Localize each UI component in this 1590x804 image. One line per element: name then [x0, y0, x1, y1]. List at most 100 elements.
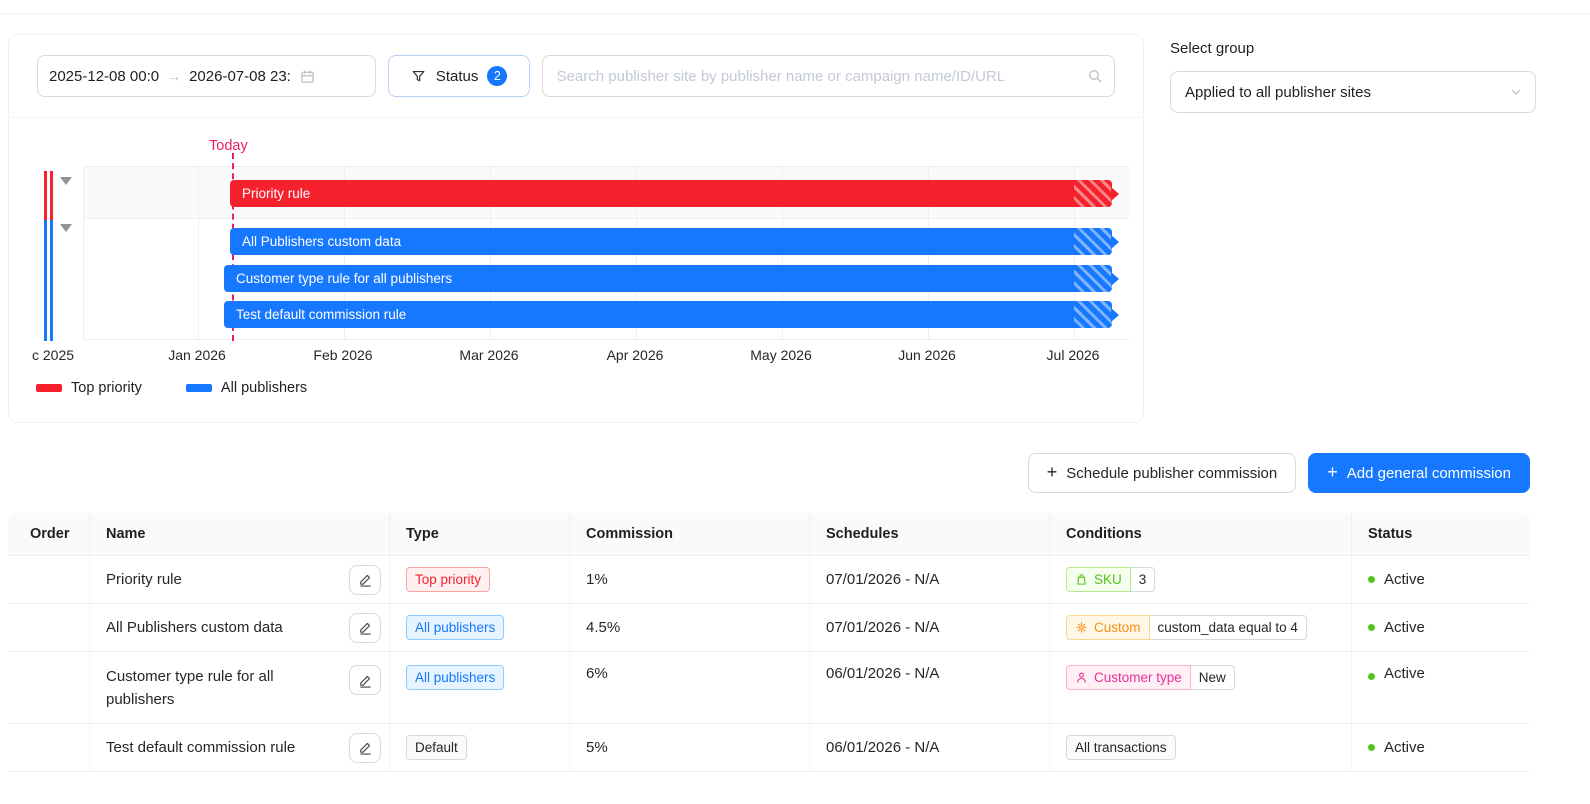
search-input[interactable] — [542, 55, 1115, 97]
table-row: Test default commission rule Default 5% … — [8, 724, 1530, 772]
condition-detail: New — [1191, 665, 1235, 690]
type-tag: Top priority — [406, 567, 490, 592]
schedule-value: 07/01/2026 - N/A — [810, 556, 1050, 603]
bag-icon — [1075, 573, 1088, 586]
commission-value: 4.5% — [570, 604, 810, 651]
collapse-group-icon[interactable] — [60, 177, 72, 185]
type-tag: All publishers — [406, 615, 504, 640]
condition-detail: custom_data equal to 4 — [1150, 615, 1307, 640]
legend-item-all-publishers: All publishers — [186, 380, 307, 396]
condition-tag: Customer type New — [1066, 665, 1235, 690]
date-range-picker[interactable]: 2025-12-08 00:0 → 2026-07-08 23: — [37, 55, 376, 97]
table-row: All Publishers custom data All publisher… — [8, 604, 1530, 652]
commission-timeline-card: 2025-12-08 00:0 → 2026-07-08 23: Status … — [8, 34, 1144, 423]
type-tag: Default — [406, 735, 467, 760]
status-text: Active — [1384, 571, 1425, 588]
column-header-name: Name — [90, 513, 390, 555]
axis-label: Jun 2026 — [898, 347, 956, 363]
gear-icon — [1075, 621, 1088, 634]
commission-value: 6% — [570, 652, 810, 723]
search-icon — [1087, 68, 1103, 84]
condition-count: 3 — [1131, 567, 1156, 592]
group-select[interactable]: Applied to all publisher sites — [1170, 71, 1536, 113]
rule-name: Test default commission rule — [106, 736, 295, 759]
select-group-label: Select group — [1170, 40, 1536, 57]
status-dot — [1368, 576, 1375, 583]
schedule-value: 07/01/2026 - N/A — [810, 604, 1050, 651]
gantt-chart: Today Priority rule — [9, 118, 1143, 366]
column-header-conditions: Conditions — [1050, 513, 1352, 555]
status-text: Active — [1384, 665, 1425, 682]
type-tag: All publishers — [406, 665, 504, 690]
schedule-publisher-commission-button[interactable]: + Schedule publisher commission — [1028, 453, 1296, 493]
axis-label: c 2025 — [32, 347, 74, 363]
commission-value: 1% — [570, 556, 810, 603]
column-header-commission: Commission — [570, 513, 810, 555]
calendar-icon — [299, 68, 316, 85]
ongoing-hatch — [1074, 228, 1112, 255]
axis-label: Feb 2026 — [313, 347, 372, 363]
page-top-divider — [0, 0, 1590, 14]
edit-button[interactable] — [349, 565, 381, 595]
status-text: Active — [1384, 619, 1425, 636]
schedule-value: 06/01/2026 - N/A — [810, 724, 1050, 771]
table-row: Customer type rule for all publishers Al… — [8, 652, 1530, 724]
group-panel: Select group Applied to all publisher si… — [1170, 34, 1536, 113]
column-header-type: Type — [390, 513, 570, 555]
gantt-plot-area: Priority rule All Publishers custom data… — [83, 166, 1129, 340]
gantt-bar-all-publishers-custom-data[interactable]: All Publishers custom data — [230, 228, 1112, 255]
group-indicator-strip — [50, 171, 53, 341]
status-filter-count-badge: 2 — [487, 66, 507, 86]
condition-tag: All transactions — [1066, 735, 1176, 760]
table-header: Order Name Type Commission Schedules Con… — [8, 513, 1530, 556]
legend-swatch-red — [36, 384, 62, 392]
chart-legend: Top priority All publishers — [36, 380, 1143, 396]
plus-icon: + — [1327, 462, 1338, 483]
column-header-schedules: Schedules — [810, 513, 1050, 555]
table-row: Priority rule Top priority 1% 07/01/2026… — [8, 556, 1530, 604]
gantt-bar-priority-rule[interactable]: Priority rule — [230, 180, 1112, 207]
schedule-value: 06/01/2026 - N/A — [810, 652, 1050, 723]
status-dot — [1368, 744, 1375, 751]
legend-item-top-priority: Top priority — [36, 380, 142, 396]
filters-toolbar: 2025-12-08 00:0 → 2026-07-08 23: Status … — [9, 35, 1143, 118]
date-range-end[interactable]: 2026-07-08 23: — [189, 68, 291, 85]
rule-name: Customer type rule for all publishers — [106, 665, 338, 711]
legend-swatch-blue — [186, 384, 212, 392]
bar-arrow-tip — [1111, 308, 1119, 322]
ongoing-hatch — [1074, 180, 1112, 207]
person-icon — [1075, 671, 1088, 684]
status-text: Active — [1384, 739, 1425, 756]
add-general-commission-button[interactable]: + Add general commission — [1308, 453, 1530, 493]
status-dot — [1368, 673, 1375, 680]
group-select-value: Applied to all publisher sites — [1185, 84, 1371, 101]
rule-name: All Publishers custom data — [106, 616, 283, 639]
bar-arrow-tip — [1111, 187, 1119, 201]
axis-label: Mar 2026 — [459, 347, 518, 363]
status-dot — [1368, 624, 1375, 631]
status-filter-button[interactable]: Status 2 — [388, 55, 530, 97]
condition-tag: SKU 3 — [1066, 567, 1155, 592]
commission-value: 5% — [570, 724, 810, 771]
status-filter-label: Status — [436, 68, 479, 85]
range-arrow-icon: → — [167, 68, 181, 84]
bar-arrow-tip — [1111, 272, 1119, 286]
group-indicator-strip — [44, 171, 47, 341]
axis-label: Jan 2026 — [168, 347, 226, 363]
search-box — [542, 55, 1115, 97]
commission-rules-table: Order Name Type Commission Schedules Con… — [8, 513, 1530, 772]
edit-button[interactable] — [349, 665, 381, 695]
edit-button[interactable] — [349, 613, 381, 643]
plus-icon: + — [1047, 462, 1058, 483]
axis-label: May 2026 — [750, 347, 811, 363]
column-header-status: Status — [1352, 513, 1530, 555]
collapse-group-icon[interactable] — [60, 224, 72, 232]
gantt-bar-test-default-rule[interactable]: Test default commission rule — [224, 301, 1112, 328]
condition-tag: Custom custom_data equal to 4 — [1066, 615, 1307, 640]
gantt-bar-customer-type-rule[interactable]: Customer type rule for all publishers — [224, 265, 1112, 292]
chevron-down-icon — [1509, 85, 1523, 99]
edit-button[interactable] — [349, 733, 381, 763]
date-range-start[interactable]: 2025-12-08 00:0 — [49, 68, 159, 85]
table-actions: + Schedule publisher commission + Add ge… — [8, 453, 1530, 493]
ongoing-hatch — [1074, 301, 1112, 328]
